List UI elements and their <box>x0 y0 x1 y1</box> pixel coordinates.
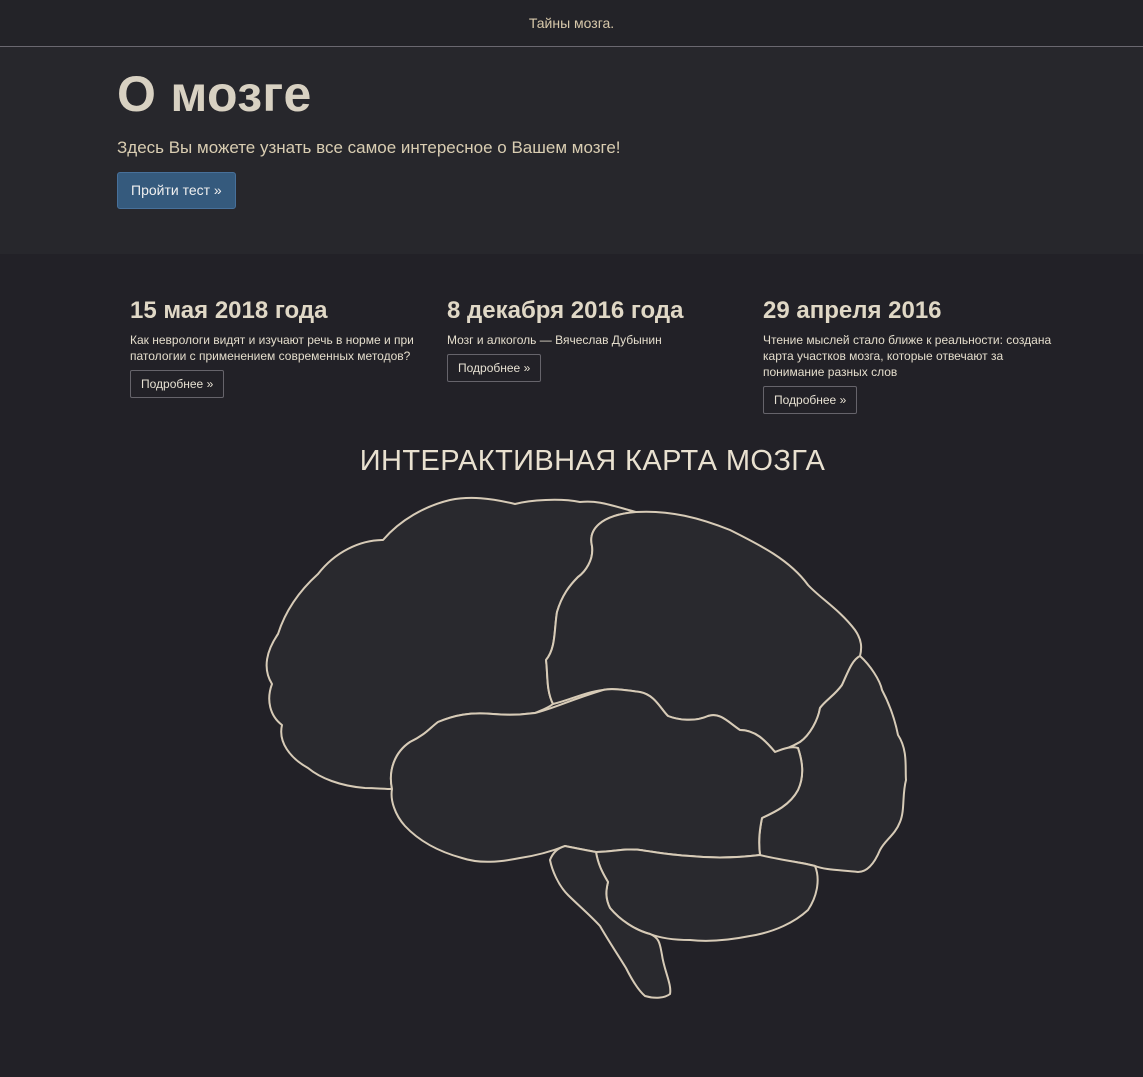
brain-map <box>265 496 907 999</box>
